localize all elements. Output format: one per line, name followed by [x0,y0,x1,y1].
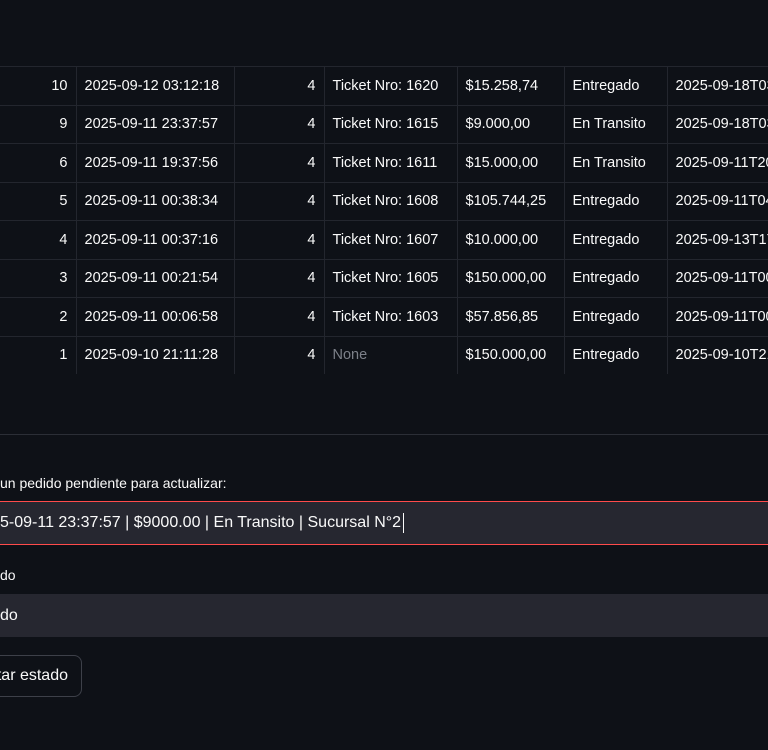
cell-id: 5 [0,181,77,221]
cell-fecha: 2025-09-10 21:11:28 [76,335,235,374]
cell-cantidad: 4 [234,143,325,183]
order-select[interactable]: 5-09-11 23:37:57 | $9000.00 | En Transit… [0,501,768,545]
text-caret [403,513,405,533]
cell-estado: Entregado [564,258,668,298]
cell-estado: Entregado [564,66,668,106]
cell-estado: Entregado [564,297,668,337]
table-row[interactable]: 9 2025-09-11 23:37:57 4 Ticket Nro: 1615 $9.… [0,104,768,144]
cell-ticket: Ticket Nro: 1603 [324,297,458,337]
cell-fecha: 2025-09-11 19:37:56 [76,143,235,183]
cell-ticket: Ticket Nro: 1615 [324,104,458,144]
cell-fecha: 2025-09-11 00:37:16 [76,220,235,260]
cell-total: $150.000,00 [457,335,565,374]
cell-id: 4 [0,220,77,260]
divider [0,434,768,435]
cell-actualizado: 2025-09-11T00 [667,297,768,337]
cell-cantidad: 4 [234,335,325,374]
cell-id: 6 [0,143,77,183]
cell-total: $57.856,85 [457,297,565,337]
cell-cantidad: 4 [234,66,325,106]
cell-total: $150.000,00 [457,258,565,298]
orders-table-body: 10 2025-09-12 03:12:18 4 Ticket Nro: 1620 $1… [0,66,768,374]
cell-ticket: Ticket Nro: 1608 [324,181,458,221]
cell-estado: Entregado [564,220,668,260]
update-state-button[interactable]: tar estado [0,655,82,697]
cell-ticket: Ticket Nro: 1611 [324,143,458,183]
cell-fecha: 2025-09-12 03:12:18 [76,66,235,106]
cell-total: $9.000,00 [457,104,565,144]
cell-fecha: 2025-09-11 00:21:54 [76,258,235,298]
cell-actualizado: 2025-09-13T17 [667,220,768,260]
cell-actualizado: 2025-09-11T20 [667,143,768,183]
order-select-value: 5-09-11 23:37:57 | $9000.00 | En Transit… [0,514,402,531]
state-select[interactable]: do [0,594,768,637]
cell-id: 9 [0,104,77,144]
cell-total: $10.000,00 [457,220,565,260]
cell-actualizado: 2025-09-11T00 [667,258,768,298]
cell-id: 3 [0,258,77,298]
table-row[interactable]: 10 2025-09-12 03:12:18 4 Ticket Nro: 1620 $1… [0,66,768,106]
cell-ticket: Ticket Nro: 1605 [324,258,458,298]
cell-cantidad: 4 [234,181,325,221]
table-row[interactable]: 5 2025-09-11 00:38:34 4 Ticket Nro: 1608 $10… [0,181,768,221]
cell-id: 1 [0,335,77,374]
state-select-value: do [0,606,18,624]
table-row[interactable]: 2 2025-09-11 00:06:58 4 Ticket Nro: 1603 $57… [0,297,768,337]
cell-actualizado: 2025-09-18T03 [667,104,768,144]
cell-cantidad: 4 [234,104,325,144]
cell-actualizado: 2025-09-18T03 [667,66,768,106]
cell-ticket: Ticket Nro: 1620 [324,66,458,106]
cell-ticket: Ticket Nro: 1607 [324,220,458,260]
cell-estado: Entregado [564,181,668,221]
cell-actualizado: 2025-09-10T21 [667,335,768,374]
cell-id: 10 [0,66,77,106]
state-label: do [0,567,16,583]
cell-cantidad: 4 [234,220,325,260]
select-order-label: un pedido pendiente para actualizar: [0,475,227,491]
cell-total: $15.000,00 [457,143,565,183]
cell-actualizado: 2025-09-11T04 [667,181,768,221]
cell-total: $15.258,74 [457,66,565,106]
app-page: 10 2025-09-12 03:12:18 4 Ticket Nro: 1620 $1… [0,0,768,750]
cell-total: $105.744,25 [457,181,565,221]
cell-fecha: 2025-09-11 23:37:57 [76,104,235,144]
table-row[interactable]: 1 2025-09-10 21:11:28 4 None $150.000,00 Entr… [0,335,768,374]
cell-cantidad: 4 [234,258,325,298]
table-row[interactable]: 6 2025-09-11 19:37:56 4 Ticket Nro: 1611 $15… [0,143,768,183]
cell-estado: En Transito [564,143,668,183]
cell-id: 2 [0,297,77,337]
table-row[interactable]: 4 2025-09-11 00:37:16 4 Ticket Nro: 1607 $10… [0,220,768,260]
cell-ticket: None [324,335,458,374]
cell-cantidad: 4 [234,297,325,337]
cell-fecha: 2025-09-11 00:06:58 [76,297,235,337]
orders-table[interactable]: 10 2025-09-12 03:12:18 4 Ticket Nro: 1620 $1… [0,66,768,374]
cell-estado: En Transito [564,104,668,144]
cell-fecha: 2025-09-11 00:38:34 [76,181,235,221]
cell-estado: Entregado [564,335,668,374]
table-row[interactable]: 3 2025-09-11 00:21:54 4 Ticket Nro: 1605 $15… [0,258,768,298]
